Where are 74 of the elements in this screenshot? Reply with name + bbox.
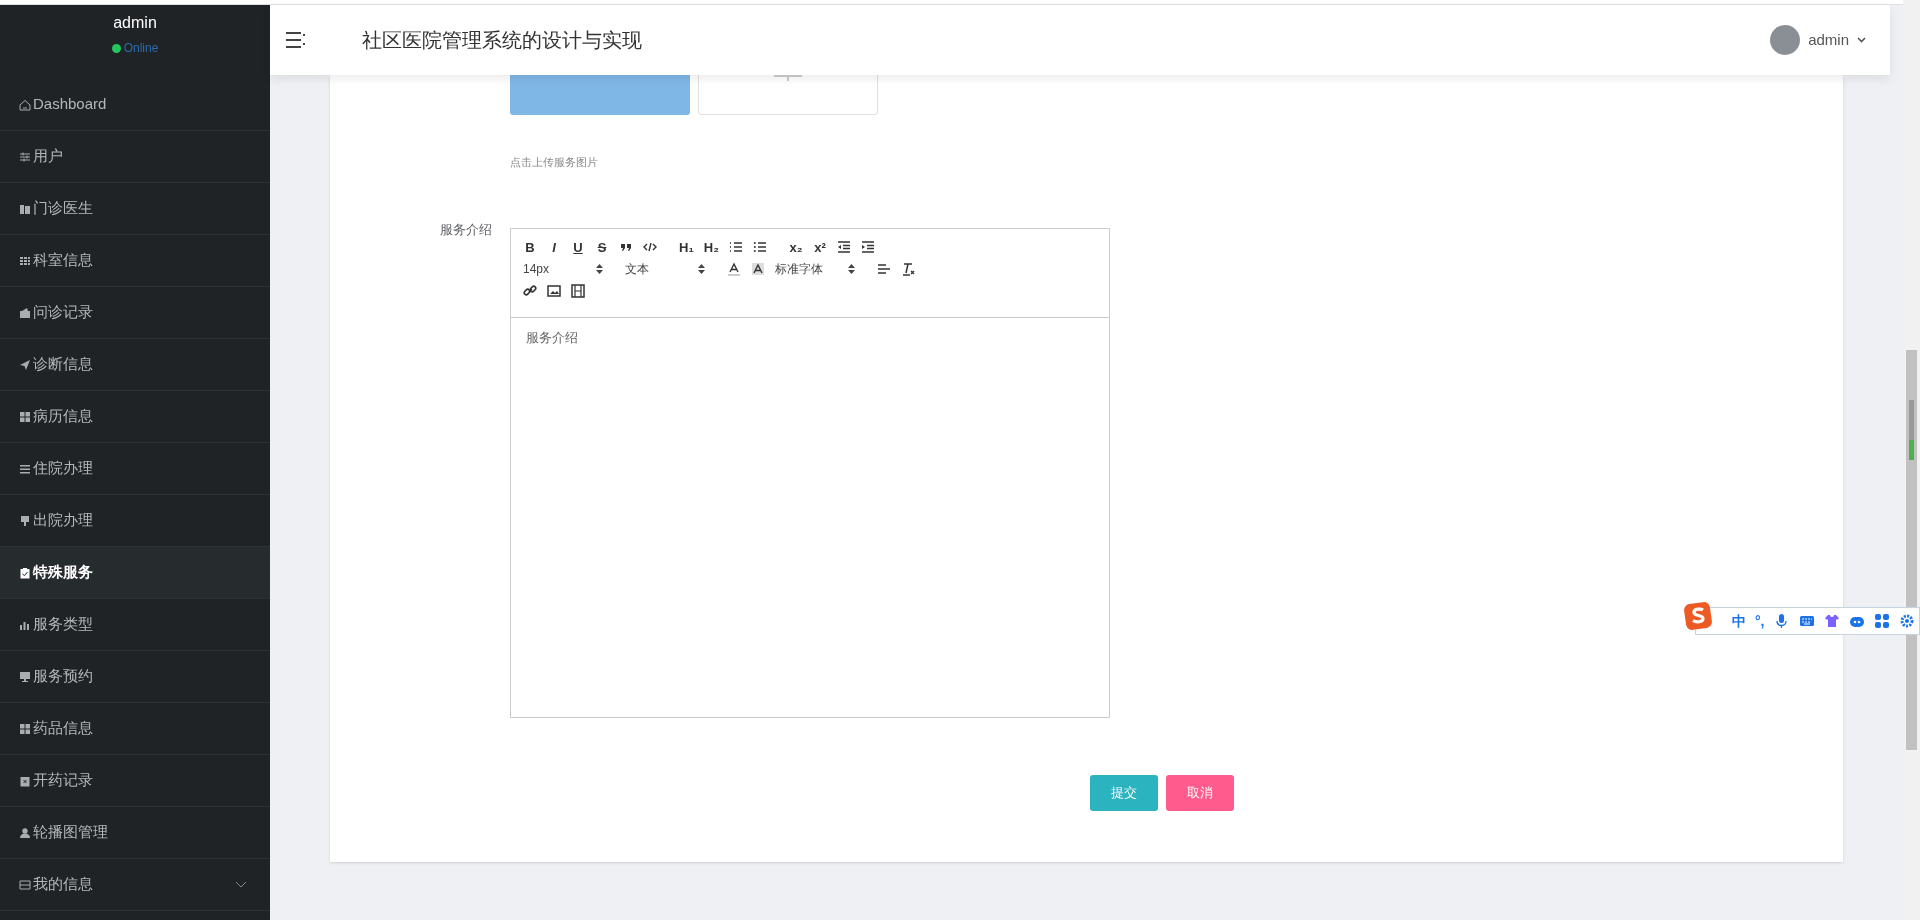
keyboard-icon[interactable] <box>1798 613 1815 629</box>
user-avatar[interactable] <box>1770 25 1801 55</box>
apps-icon[interactable] <box>1873 613 1890 629</box>
settings-icon[interactable] <box>1898 613 1915 629</box>
sidebar-item[interactable]: 科室信息 <box>0 235 270 287</box>
code-icon[interactable] <box>643 240 657 254</box>
sidebar-item[interactable]: 特殊服务 <box>0 547 270 599</box>
sidebar-item[interactable]: 门诊医生 <box>0 183 270 235</box>
text-background-icon[interactable] <box>751 262 765 276</box>
text-color-icon[interactable] <box>727 262 741 276</box>
film-icon[interactable] <box>571 284 585 298</box>
sidebar-item[interactable]: 诊断信息 <box>0 339 270 391</box>
pushpin-icon <box>19 514 31 527</box>
sidebar-item[interactable]: 病历信息 <box>0 391 270 443</box>
clipboard-icon <box>19 566 31 579</box>
toolbar-button[interactable]: U <box>571 240 585 254</box>
microphone-icon[interactable] <box>1773 613 1790 629</box>
clipboard-icon <box>19 774 31 787</box>
indent-icon[interactable] <box>860 240 875 254</box>
toolbar-button[interactable]: B <box>523 240 537 254</box>
tiles-icon <box>19 722 31 735</box>
plus-icon <box>774 75 802 81</box>
editor-area[interactable]: 服务介绍 <box>511 318 1109 717</box>
ime-button[interactable]: °, <box>1755 614 1765 628</box>
sliders-icon <box>19 150 31 163</box>
sidebar-item[interactable]: 开药记录 <box>0 755 270 807</box>
sidebar-item[interactable]: 我的信息 <box>0 859 270 911</box>
toolbar-button[interactable]: H₂ <box>703 240 719 254</box>
upload-hint: 点击上传服务图片 <box>510 155 598 170</box>
sidebar-item[interactable]: 轮播图管理 <box>0 807 270 859</box>
updown-caret-icon <box>596 264 603 274</box>
wallet-icon <box>19 306 31 319</box>
link-icon[interactable] <box>523 284 537 298</box>
align-left-icon[interactable] <box>877 262 891 276</box>
format-select[interactable]: 14px <box>523 260 603 278</box>
toolbar-button[interactable]: H₁ <box>679 240 694 254</box>
image-icon[interactable] <box>547 284 561 298</box>
card-icon <box>19 878 31 891</box>
bullet-list-icon[interactable] <box>752 240 767 254</box>
ime-button[interactable]: 中 <box>1732 614 1746 628</box>
toolbar-button[interactable]: x₂ <box>788 240 803 254</box>
sidebar-item[interactable]: 用户 <box>0 131 270 183</box>
toolbar-button[interactable]: S <box>595 240 609 254</box>
chevron-down-icon[interactable] <box>1857 37 1866 43</box>
user-icon <box>19 826 31 839</box>
list-icon <box>19 462 31 475</box>
format-select[interactable]: 标准字体 <box>775 260 855 278</box>
shirt-icon[interactable] <box>1823 613 1840 629</box>
grid-icon <box>19 254 31 267</box>
sidebar-item[interactable]: 服务类型 <box>0 599 270 651</box>
toolbar-button[interactable]: x² <box>812 240 827 254</box>
toolbar-button[interactable]: I <box>547 240 561 254</box>
sidebar-item[interactable]: Dashboard <box>0 79 270 131</box>
updown-caret-icon <box>848 264 855 274</box>
format-select[interactable]: 文本 <box>625 260 705 278</box>
sidebar-user-name: admin <box>113 13 157 33</box>
tiles-icon <box>19 410 31 423</box>
menu-icon[interactable] <box>286 31 306 49</box>
home-icon <box>19 98 31 111</box>
updown-caret-icon <box>698 264 705 274</box>
clear-format-icon[interactable] <box>901 262 915 276</box>
sidebar-item[interactable]: 问诊记录 <box>0 287 270 339</box>
outdent-icon[interactable] <box>836 240 851 254</box>
sidebar-item[interactable]: 药品信息 <box>0 703 270 755</box>
paper-plane-icon <box>19 358 31 371</box>
user-name[interactable]: admin <box>1808 28 1849 52</box>
online-status: Online <box>123 40 159 57</box>
book-icon <box>19 202 31 215</box>
app-title: 社区医院管理系统的设计与实现 <box>362 28 642 53</box>
monitor-icon <box>19 670 31 683</box>
ordered-list-icon[interactable] <box>728 240 743 254</box>
sidebar-item[interactable]: 住院办理 <box>0 443 270 495</box>
field-label: 服务介绍 <box>440 221 492 239</box>
sidebar-item[interactable]: 服务预约 <box>0 651 270 703</box>
